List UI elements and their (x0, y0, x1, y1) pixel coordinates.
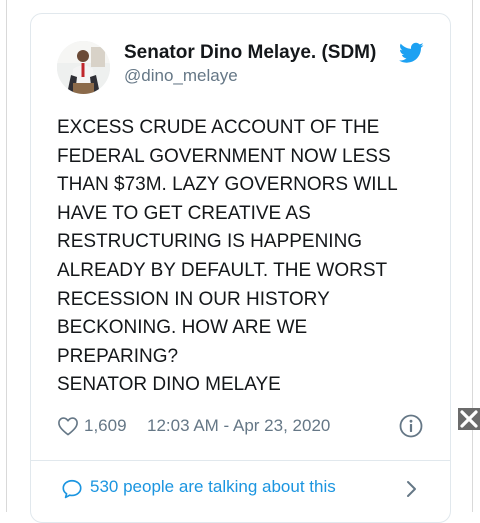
chevron-right-icon (407, 481, 416, 497)
avatar-image (57, 41, 110, 94)
tweet-text-line: PREPARING? (57, 345, 179, 367)
chat-bubble-icon (62, 479, 82, 499)
tweet-text-line: THAN $73M. LAZY GOVERNORS WILL (57, 174, 398, 196)
divider (31, 460, 450, 461)
tweet-text-line: RECESSION IN OUR HISTORY (57, 288, 330, 310)
author-name[interactable]: Senator Dino Melaye. (SDM) (124, 42, 376, 64)
twitter-bird-icon[interactable] (399, 42, 424, 64)
tweet-text: EXCESS CRUDE ACCOUNT OF THE FEDERAL GOVE… (57, 114, 437, 400)
tweet-text-line: SENATOR DINO MELAYE (57, 374, 281, 396)
tweet-text-line: ALREADY BY DEFAULT. THE WORST (57, 259, 388, 281)
info-icon[interactable] (399, 414, 423, 438)
close-icon (460, 410, 478, 428)
like-count[interactable]: 1,609 (84, 416, 127, 436)
tweet-text-line: EXCESS CRUDE ACCOUNT OF THE (57, 117, 380, 138)
avatar[interactable] (57, 41, 110, 94)
tweet-text-line: RESTRUCTURING IS HAPPENING (57, 231, 363, 253)
tweet-text-line: HAVE TO GET CREATIVE AS (57, 202, 311, 224)
tweet-meta-row: 1,609 12:03 AM - Apr 23, 2020 (57, 414, 437, 440)
embedded-tweet-card[interactable]: Senator Dino Melaye. (SDM) @dino_melaye … (30, 13, 451, 523)
tweet-timestamp[interactable]: 12:03 AM - Apr 23, 2020 (147, 416, 330, 436)
tweet-text-line: BECKONING. HOW ARE WE (57, 317, 308, 339)
tweet-text-line: FEDERAL GOVERNMENT NOW LESS (57, 145, 391, 167)
close-ad-button[interactable] (458, 408, 480, 430)
heart-icon[interactable] (57, 416, 79, 436)
author-handle[interactable]: @dino_melaye (124, 66, 238, 86)
conversation-label: 530 people are talking about this (90, 477, 336, 496)
conversation-link[interactable]: 530 people are talking about this (57, 474, 429, 502)
